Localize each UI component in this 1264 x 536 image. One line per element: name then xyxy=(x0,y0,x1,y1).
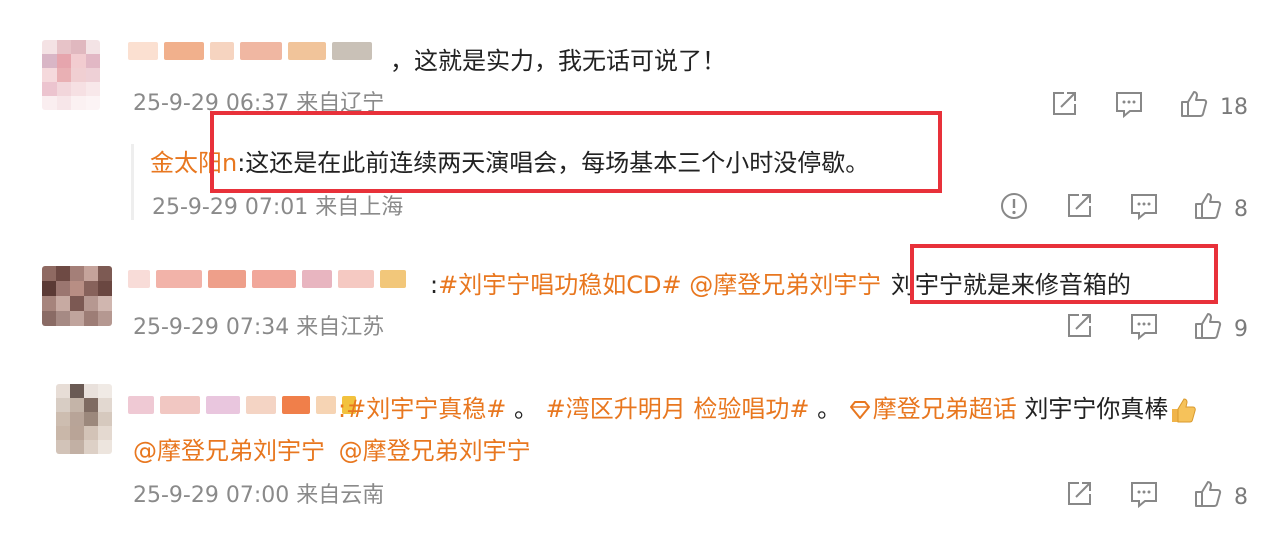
comment-button[interactable] xyxy=(1128,190,1160,222)
supertopic-label: 摩登兄弟超话 xyxy=(872,395,1017,423)
comment-icon xyxy=(1131,314,1157,341)
mention-link[interactable]: @摩登兄弟刘宇宁 xyxy=(133,437,325,465)
share-icon xyxy=(1068,482,1091,505)
share-button[interactable] xyxy=(1063,310,1095,342)
thumbs-up-icon xyxy=(1195,193,1222,219)
comment-content: :#刘宇宁真稳# 。 #湾区升明月 检验唱功# 。 摩登兄弟超话 刘宇宁你真棒 xyxy=(338,394,1198,425)
mention-link[interactable]: @摩登兄弟刘宇宁 xyxy=(689,271,881,299)
thumbs-up-icon xyxy=(1195,313,1222,339)
like-count: 8 xyxy=(1234,197,1248,222)
share-button[interactable] xyxy=(1048,88,1080,120)
like-button[interactable] xyxy=(1192,190,1224,222)
comment-text: ，这就是实力，我无话可说了！ xyxy=(390,47,726,75)
comment-text: 刘宇宁你真棒 xyxy=(1024,395,1169,423)
separator: : xyxy=(430,271,439,299)
highlight-box xyxy=(910,244,1218,304)
comment-icon xyxy=(1131,194,1157,221)
reply-meta: 25-9-29 07:01 来自上海 xyxy=(152,195,404,220)
avatar[interactable] xyxy=(56,384,112,454)
username-blurred[interactable] xyxy=(128,396,356,414)
thumbs-up-icon xyxy=(1181,91,1208,117)
comment-meta: 25-9-29 07:00 来自云南 xyxy=(133,483,385,508)
diamond-icon xyxy=(849,401,870,419)
share-button[interactable] xyxy=(1063,478,1095,510)
mention-link[interactable]: @摩登兄弟刘宇宁 xyxy=(339,437,531,465)
hashtag-link[interactable]: #刘宇宁唱功稳如CD# xyxy=(438,271,681,299)
hashtag-link[interactable]: #湾区升明月 检验唱功# xyxy=(546,395,810,423)
share-icon xyxy=(1068,194,1091,217)
separator: 。 xyxy=(817,395,842,423)
like-count: 8 xyxy=(1234,485,1248,510)
share-button[interactable] xyxy=(1063,190,1095,222)
comment-icon xyxy=(1116,92,1142,119)
avatar[interactable] xyxy=(42,40,100,110)
share-icon xyxy=(1053,92,1076,115)
reply-indicator xyxy=(131,144,134,220)
username-blurred[interactable] xyxy=(128,42,372,60)
like-button[interactable] xyxy=(1192,478,1224,510)
thumbs-up-icon xyxy=(1195,481,1222,507)
comment-button[interactable] xyxy=(1128,310,1160,342)
thumbs-up-emoji-icon xyxy=(1172,398,1197,423)
like-button[interactable] xyxy=(1192,310,1224,342)
comment-button[interactable] xyxy=(1113,88,1145,120)
separator: 。 xyxy=(513,395,538,423)
like-count: 18 xyxy=(1220,95,1248,120)
hashtag-link[interactable]: :#刘宇宁真稳# xyxy=(338,395,506,423)
highlight-box xyxy=(210,111,942,193)
like-button[interactable] xyxy=(1178,88,1210,120)
report-icon xyxy=(1001,193,1027,219)
username-blurred[interactable] xyxy=(128,270,406,288)
avatar[interactable] xyxy=(42,266,112,326)
comment-meta: 25-9-29 07:34 来自江苏 xyxy=(133,315,385,340)
supertopic-link[interactable]: 摩登兄弟超话 xyxy=(849,395,1017,423)
share-icon xyxy=(1068,314,1091,337)
comment-button[interactable] xyxy=(1128,478,1160,510)
comment-icon xyxy=(1131,482,1157,509)
mentions-row: @摩登兄弟刘宇宁 @摩登兄弟刘宇宁 xyxy=(133,436,531,466)
report-button[interactable] xyxy=(998,190,1030,222)
like-count: 9 xyxy=(1234,317,1248,342)
